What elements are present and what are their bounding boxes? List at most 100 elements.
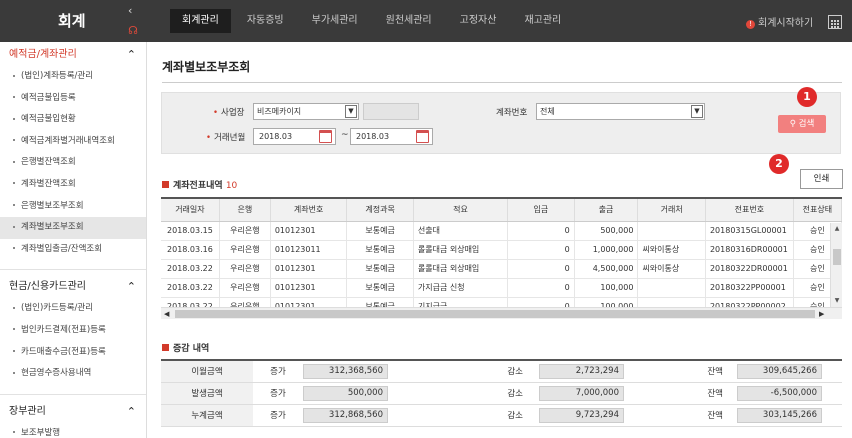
search-button[interactable]: ⚲ 검색: [778, 115, 826, 133]
sidebar-item-label: (법인)계좌등록/관리: [21, 71, 94, 81]
table-cell: 01012301: [270, 278, 348, 298]
sidebar-item-label: 카드매출수금(전표)등록: [21, 346, 106, 357]
sidebar-item[interactable]: 은행별보조부조회: [0, 196, 146, 218]
table-cell: 500,000: [574, 221, 639, 241]
sidebar-item[interactable]: 카드매출수금(전표)등록: [0, 342, 146, 364]
scroll-down-icon[interactable]: ▼: [831, 297, 842, 304]
table-cell: 01012301: [270, 221, 348, 241]
sidebar-item[interactable]: 예적금계좌별거래내역조회: [0, 131, 146, 153]
table-cell: 0: [507, 259, 575, 279]
sidebar-item[interactable]: 법인카드결제(전표)등록: [0, 320, 146, 342]
account-select-value: 전체: [540, 107, 555, 116]
sidebar-item[interactable]: 현금영수증사용내역: [0, 363, 146, 385]
sidebar-item[interactable]: 예적금불입현황: [0, 109, 146, 131]
calculator-icon[interactable]: [828, 15, 842, 29]
column-header[interactable]: 입금: [507, 199, 575, 222]
tab-auto-evidence[interactable]: 자동증빙: [235, 9, 296, 33]
business-select[interactable]: 비즈메카이지 ▼: [253, 103, 359, 120]
table-row[interactable]: 2018.03.15 우리은행 01012301 보통예금 선출대 0 500,000 201…: [161, 221, 842, 241]
increase-label: 증가: [253, 382, 303, 405]
column-header[interactable]: 전표번호: [705, 199, 794, 222]
table-cell: 20180316DR00001: [705, 240, 794, 260]
decrease-value: 2,723,294: [539, 363, 624, 379]
column-header[interactable]: 거래처: [637, 199, 706, 222]
column-header[interactable]: 계정과목: [346, 199, 414, 222]
calendar-icon[interactable]: [319, 130, 332, 143]
sidebar-item-active[interactable]: 계좌별보조부조회: [0, 217, 146, 239]
start-accounting-link[interactable]: ! 회계시작하기: [746, 14, 813, 29]
chevron-up-icon: ⌃: [126, 280, 136, 294]
summary-row: 발생금액 증가 500,000 감소 7,000,000 잔액 -6,500,000: [161, 382, 842, 405]
tab-accounting[interactable]: 회계관리: [170, 9, 231, 33]
table-cell: 우리은행: [219, 278, 271, 298]
summary-row: 이월금액 증가 312,368,560 감소 2,723,294 잔액 309,645,26…: [161, 360, 842, 383]
column-header[interactable]: 거래일자: [161, 199, 220, 222]
divider: [162, 82, 842, 83]
print-button[interactable]: 인쇄: [800, 169, 843, 189]
sidebar-item-label: 계좌별입출금/잔액조회: [21, 243, 103, 254]
sidebar-item[interactable]: (법인)카드등록/관리: [0, 298, 146, 320]
tab-fixed-assets[interactable]: 고정자산: [448, 9, 509, 33]
top-nav: 회계관리 자동증빙 부가세관리 원천세관리 고정자산 재고관리: [170, 9, 577, 33]
table-row[interactable]: 2018.03.16 우리은행 010123011 보통예금 롤롤대금 외상매입 0 1,0…: [161, 240, 842, 260]
tab-inventory[interactable]: 재고관리: [512, 9, 573, 33]
start-accounting-label: 회계시작하기: [758, 18, 814, 29]
sidebar-group-label: 예적금/계좌관리: [9, 49, 77, 60]
balance-value: -6,500,000: [737, 385, 822, 401]
balance-value: 309,645,266: [737, 363, 822, 379]
sidebar-item[interactable]: 은행별잔액조회: [0, 152, 146, 174]
table-row[interactable]: 2018.03.22 우리은행 01012301 보통예금 가지급금 신청 0 100,00…: [161, 278, 842, 298]
sidebar-group-ledger[interactable]: 장부관리 ⌃: [0, 401, 146, 423]
scroll-up-icon[interactable]: ▲: [831, 225, 842, 232]
table-cell: 보통예금: [346, 259, 414, 279]
business-select-value: 비즈메카이지: [257, 107, 302, 116]
column-header[interactable]: 전표상태: [793, 199, 842, 222]
divider: [0, 260, 146, 271]
chevron-up-icon: ⌃: [126, 48, 136, 61]
headset-icon[interactable]: ☊: [126, 24, 140, 38]
sidebar-item-label: 은행별잔액조회: [21, 157, 76, 168]
page-title: 계좌별보조부조회: [162, 60, 251, 74]
column-header[interactable]: 계좌번호: [270, 199, 348, 222]
scrollbar-thumb[interactable]: [833, 249, 841, 265]
sidebar-item[interactable]: 보조부발행: [0, 423, 146, 438]
summary-label: 누계금액: [161, 404, 253, 427]
sidebar-group-deposit[interactable]: 예적금/계좌관리 ⌃: [0, 44, 146, 66]
chevron-down-icon: ▼: [691, 105, 703, 118]
info-circle-icon: !: [746, 20, 755, 29]
tab-withholding[interactable]: 원천세관리: [374, 9, 444, 33]
sidebar: 예적금/계좌관리 ⌃ (법인)계좌등록/관리 예적금불입등록 예적금불입현황 예적…: [0, 42, 147, 438]
table-cell: 2018.03.15: [161, 221, 220, 241]
table-row[interactable]: 2018.03.22 우리은행 01012301 보통예금 롤롤대금 외상매입 0 4,50…: [161, 259, 842, 279]
increase-value: 500,000: [303, 385, 388, 401]
table-cell: 0: [507, 278, 575, 298]
scrollbar-thumb[interactable]: [175, 310, 815, 318]
horizontal-scrollbar[interactable]: ◀ ▶: [161, 307, 842, 319]
app-logo[interactable]: 회계: [0, 0, 147, 42]
increase-label: 증가: [253, 360, 303, 383]
account-label: 계좌번호: [496, 108, 528, 118]
table-cell: 선출대: [413, 221, 509, 241]
column-header[interactable]: 출금: [574, 199, 639, 222]
scroll-right-icon[interactable]: ▶: [819, 308, 824, 319]
sidebar-item-label: 예적금계좌별거래내역조회: [21, 135, 115, 146]
sidebar-item[interactable]: (법인)계좌등록/관리: [0, 66, 146, 88]
chevron-down-icon: ▼: [345, 105, 357, 118]
decrease-value: 9,723,294: [539, 407, 624, 423]
scroll-left-icon[interactable]: ◀: [164, 308, 169, 319]
tab-vat[interactable]: 부가세관리: [300, 9, 370, 33]
sidebar-item[interactable]: 계좌별잔액조회: [0, 174, 146, 196]
step-badge-1: 1: [797, 87, 817, 107]
table-cell: 씨와이통상: [637, 240, 706, 260]
column-header[interactable]: 은행: [219, 199, 271, 222]
calendar-icon[interactable]: [416, 130, 429, 143]
sidebar-item[interactable]: 예적금불입등록: [0, 88, 146, 110]
chevron-left-icon[interactable]: ‹: [128, 4, 132, 17]
column-header[interactable]: 적요: [413, 199, 509, 222]
table-cell: 2018.03.16: [161, 240, 220, 260]
vertical-scrollbar[interactable]: ▲ ▼: [830, 223, 842, 307]
sidebar-item[interactable]: 계좌별입출금/잔액조회: [0, 239, 146, 261]
table-cell: 20180322PP00001: [705, 278, 794, 298]
sidebar-group-cash-card[interactable]: 현금/신용카드관리 ⌃: [0, 276, 146, 298]
account-select[interactable]: 전체 ▼: [536, 103, 705, 120]
